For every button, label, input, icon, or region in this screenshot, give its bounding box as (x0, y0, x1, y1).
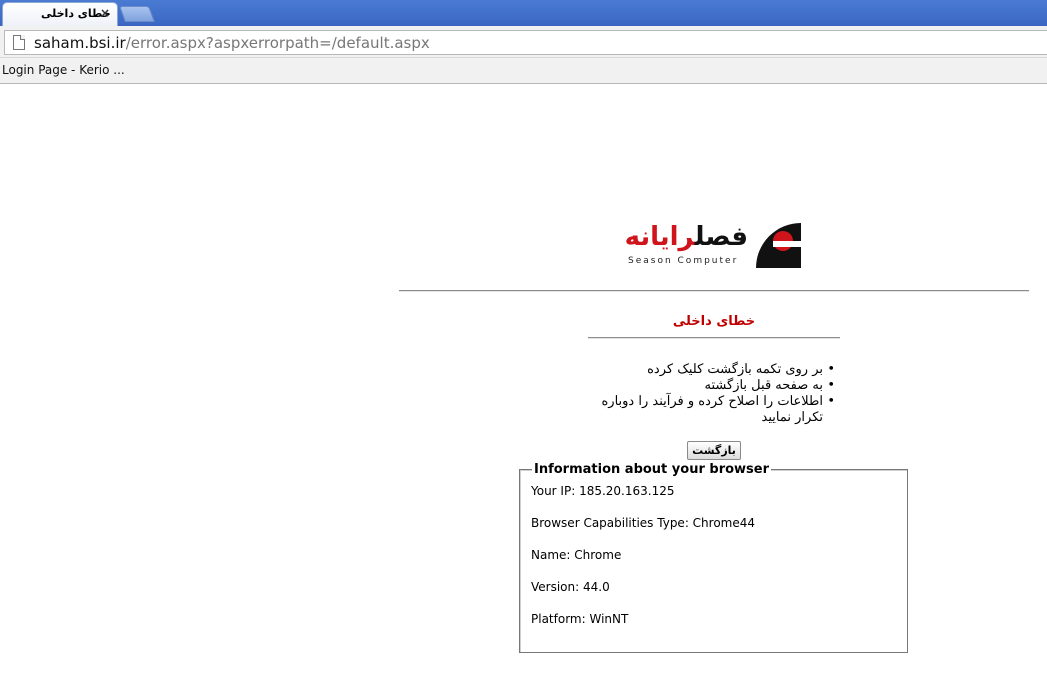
browser-toolbar: saham.bsi.ir/error.aspx?aspxerrorpath=/d… (0, 26, 1047, 58)
info-platform: Platform: WinNT (531, 612, 629, 626)
divider-title (588, 337, 840, 339)
logo-word-black: فصل (694, 222, 749, 252)
list-item: بر روی تکمه بازگشت کلیک کرده (570, 362, 835, 378)
error-steps-list: بر روی تکمه بازگشت کلیک کرده به صفحه قبل… (570, 362, 835, 426)
address-bar[interactable]: saham.bsi.ir/error.aspx?aspxerrorpath=/d… (4, 30, 1047, 55)
list-item: به صفحه قبل بازگشته (570, 378, 835, 394)
bookmarks-bar: Login Page - Kerio ... (0, 58, 1047, 84)
logo-word-red: رایانه (624, 222, 696, 252)
list-item: اطلاعات را اصلاح کرده و فرآیند را دوباره… (570, 394, 835, 426)
back-button[interactable]: بازگشت (687, 441, 741, 460)
logo-mark-icon (756, 223, 801, 268)
logo-wordmark: فصلرایانه (624, 222, 749, 252)
url-text[interactable]: saham.bsi.ir/error.aspx?aspxerrorpath=/d… (34, 34, 430, 52)
page-icon (13, 35, 25, 50)
error-title: خطای داخلی (672, 314, 756, 329)
browser-tabstrip: خطای داخلی × (0, 0, 1047, 26)
new-tab-button[interactable] (119, 6, 155, 22)
bookmark-item[interactable]: Login Page - Kerio ... (2, 63, 125, 77)
url-host: saham.bsi.ir (34, 34, 126, 52)
logo-subtitle: Season Computer (628, 256, 739, 266)
info-ip: Your IP: 185.20.163.125 (531, 484, 675, 498)
divider-main (399, 290, 1029, 292)
browser-info-legend: Information about your browser (532, 462, 772, 477)
company-logo: فصلرایانه Season Computer (624, 222, 802, 270)
browser-tab-active[interactable]: خطای داخلی × (2, 2, 118, 26)
info-capabilities: Browser Capabilities Type: Chrome44 (531, 516, 756, 530)
close-icon[interactable]: × (100, 6, 110, 20)
url-path: /error.aspx?aspxerrorpath=/default.aspx (125, 34, 430, 52)
info-version: Version: 44.0 (531, 580, 610, 594)
info-name: Name: Chrome (531, 548, 622, 562)
